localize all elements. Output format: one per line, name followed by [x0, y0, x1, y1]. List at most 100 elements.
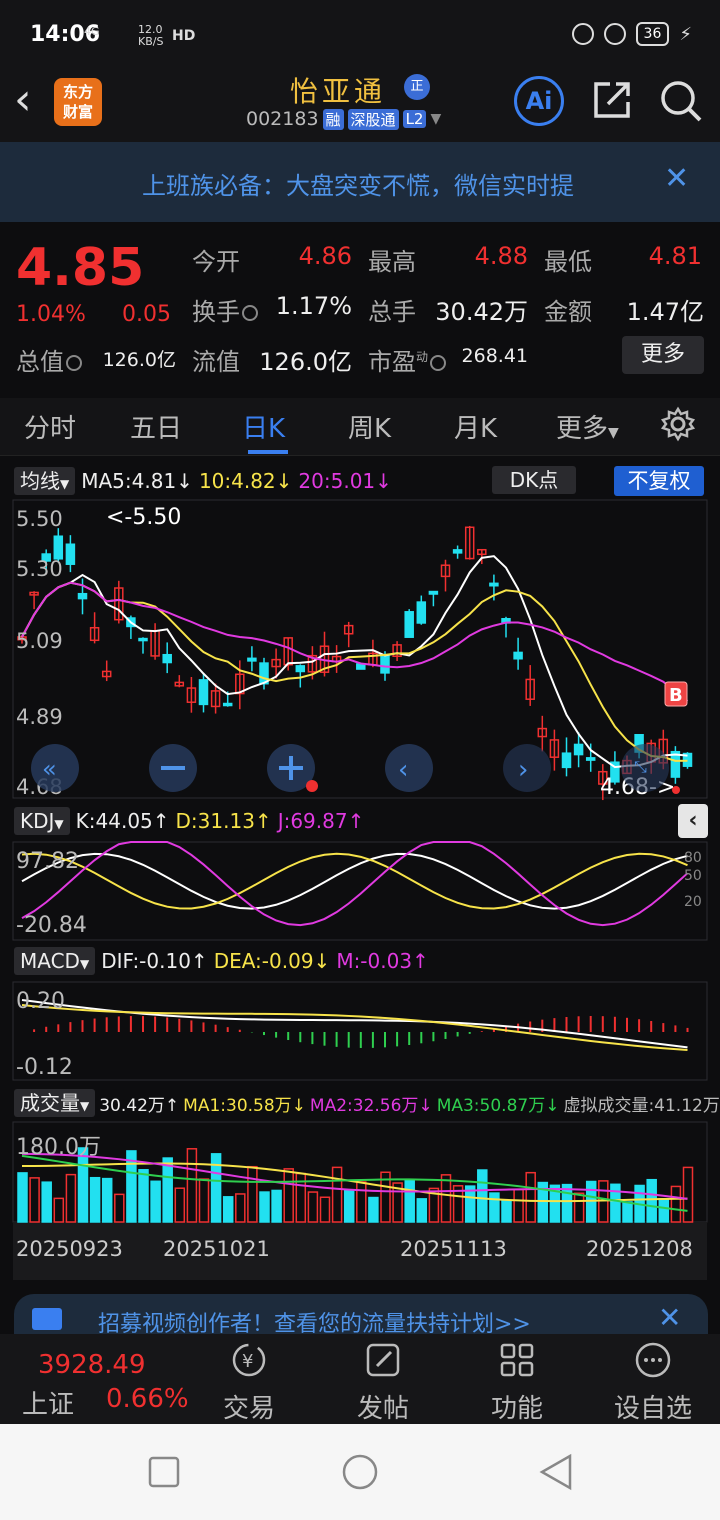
volume-bar — [610, 1183, 621, 1223]
volume-bar — [489, 1192, 500, 1223]
open-value: 4.86 — [298, 242, 352, 270]
nav-add-watchlist[interactable]: 设自选 — [608, 1340, 698, 1424]
chevron-left-icon: ‹ — [398, 755, 408, 785]
promo-banner[interactable]: 招募视频创作者！查看您的流量扶持计划>> ✕ — [14, 1294, 708, 1337]
volume-bar — [138, 1169, 149, 1223]
home-icon[interactable] — [342, 1454, 378, 1490]
virtual-vol: 虚拟成交量:41.12万 — [563, 1095, 720, 1116]
kdj-line — [21, 852, 688, 910]
mktcap-label[interactable]: 总值 — [16, 342, 82, 377]
l2-tag: L2 — [402, 110, 427, 128]
change-value: 0.05 — [122, 302, 171, 327]
kdj-dropdown[interactable]: KDJ▼ — [14, 807, 70, 835]
volume-bar — [235, 1193, 246, 1223]
kdj-legend: KDJ▼ K:44.05↑ D:31.13↑ J:69.87↑ — [14, 806, 364, 836]
change-percent: 1.04% — [16, 302, 86, 327]
search-icon[interactable] — [656, 76, 704, 124]
gear-icon[interactable] — [660, 406, 696, 442]
macd-dropdown[interactable]: MACD▼ — [14, 947, 96, 975]
scroll-left-button[interactable] — [385, 744, 433, 792]
current-price: 4.85 — [16, 238, 145, 298]
close-icon[interactable]: ✕ — [658, 1304, 681, 1332]
candle-body — [380, 654, 390, 674]
volume-bar — [162, 1157, 173, 1223]
candle-body — [65, 543, 76, 565]
app-logo[interactable]: 东方 财富 — [54, 78, 102, 126]
candle-body — [295, 665, 306, 673]
tab-five-day[interactable]: 五日 — [130, 408, 182, 445]
more-button[interactable]: 更多 — [622, 336, 704, 374]
candle-body — [404, 611, 414, 638]
index-name: 上证 — [22, 1390, 75, 1420]
bottom-nav: 3928.49 上证 0.66% ¥ 交易 发帖 功能 设自选 — [0, 1334, 720, 1424]
volume-bar — [356, 1181, 367, 1223]
volume-bar — [101, 1177, 113, 1223]
index-percent: 0.66% — [106, 1384, 189, 1414]
volume-bar — [29, 1177, 40, 1223]
volume-bar — [682, 1166, 694, 1223]
lock-icon — [571, 23, 594, 45]
volume-bar — [174, 1187, 186, 1223]
ai-button[interactable]: Ai — [514, 76, 564, 126]
volume-bar — [573, 1192, 585, 1223]
nav-function[interactable]: 功能 — [472, 1340, 562, 1424]
volume-bar — [259, 1191, 270, 1223]
volume-bar — [319, 1196, 331, 1223]
volume-bar — [658, 1198, 670, 1223]
candle-body — [416, 601, 427, 624]
pe-label[interactable]: 市盈动 — [368, 342, 447, 377]
macd-m: M:-0.03↑ — [336, 949, 429, 973]
tab-more[interactable]: 更多▼ — [556, 408, 619, 445]
stock-code-row[interactable]: 002183 融 深股通 L2 ▼ — [246, 108, 441, 130]
notice-banner[interactable]: 上班族必备：大盘突变不慌，微信实时提 ✕ — [0, 142, 720, 222]
chart-area[interactable]: 均线▼ MA5:4.81↓ 10:4.82↓ 20:5.01↓ DK点 不复权 … — [0, 460, 720, 1290]
candle-body — [138, 637, 148, 642]
back-nav-icon[interactable] — [539, 1453, 572, 1491]
volume-bar — [114, 1193, 125, 1223]
max-price-label: <-5.50 — [106, 505, 181, 530]
pe-value: 268.41 — [461, 345, 528, 367]
y-label: 5.09 — [16, 629, 63, 653]
tab-monthly-k[interactable]: 月K — [454, 408, 497, 445]
volume-bar — [477, 1169, 488, 1223]
quote-panel: 4.85 1.04% 0.05 今开 4.86 最高 4.88 最低 4.81 … — [0, 222, 720, 390]
vol-ma2: MA2:32.56万↓ — [309, 1095, 433, 1116]
chevron-down-icon: ▼ — [430, 111, 442, 127]
kdj-y-top: 97.82 — [16, 849, 79, 874]
vol-legend: 成交量▼ 30.42万↑ MA1:30.58万↓ MA2:32.56万↓ MA3… — [14, 1088, 720, 1118]
kdj-d: D:31.13↑ — [175, 809, 272, 833]
close-icon[interactable]: ✕ — [664, 164, 689, 194]
volume-bar — [307, 1191, 319, 1223]
kdj-line — [21, 852, 688, 910]
grid-icon — [500, 1343, 534, 1377]
back-button[interactable]: ‹ — [14, 78, 54, 126]
kdj-line — [21, 841, 689, 927]
tab-weekly-k[interactable]: 周K — [348, 408, 391, 445]
recents-icon[interactable] — [148, 1456, 180, 1488]
share-icon[interactable] — [590, 78, 634, 122]
volume-bar — [440, 1174, 452, 1223]
nav-trade[interactable]: ¥ 交易 — [204, 1340, 294, 1424]
y-label: 4.89 — [16, 705, 63, 729]
tab-daily-k[interactable]: 日K — [242, 408, 285, 445]
volume-bar — [271, 1189, 282, 1223]
stock-name: 怡亚通 — [290, 75, 387, 108]
vol-dropdown[interactable]: 成交量▼ — [14, 1089, 96, 1117]
candle-body — [573, 743, 584, 756]
kline-chart[interactable]: 5.50 5.30 5.09 4.89 4.68 <-5.50 4.68-> B… — [0, 460, 720, 1290]
volume-bar — [404, 1179, 415, 1223]
date-label: 20250923 — [16, 1237, 123, 1261]
turnover-label[interactable]: 换手 — [192, 292, 258, 327]
kdj-ref-50: 50 — [684, 868, 702, 884]
nav-post[interactable]: 发帖 — [338, 1340, 428, 1424]
banner-text[interactable]: 上班族必备：大盘突变不慌，微信实时提 — [142, 166, 647, 201]
network-speed: 12.0 KB/S — [138, 23, 164, 48]
collapse-panel-button[interactable]: ‹ — [678, 804, 708, 838]
candle-body — [585, 757, 596, 761]
tab-intraday[interactable]: 分时 — [24, 408, 76, 445]
notice-dot — [672, 786, 680, 794]
candle-body — [198, 679, 209, 706]
macd-dif: DIF:-0.10↑ — [101, 949, 208, 973]
macd-legend: MACD▼ DIF:-0.10↑ DEA:-0.09↓ M:-0.03↑ — [14, 946, 429, 976]
candle-body — [452, 549, 463, 554]
